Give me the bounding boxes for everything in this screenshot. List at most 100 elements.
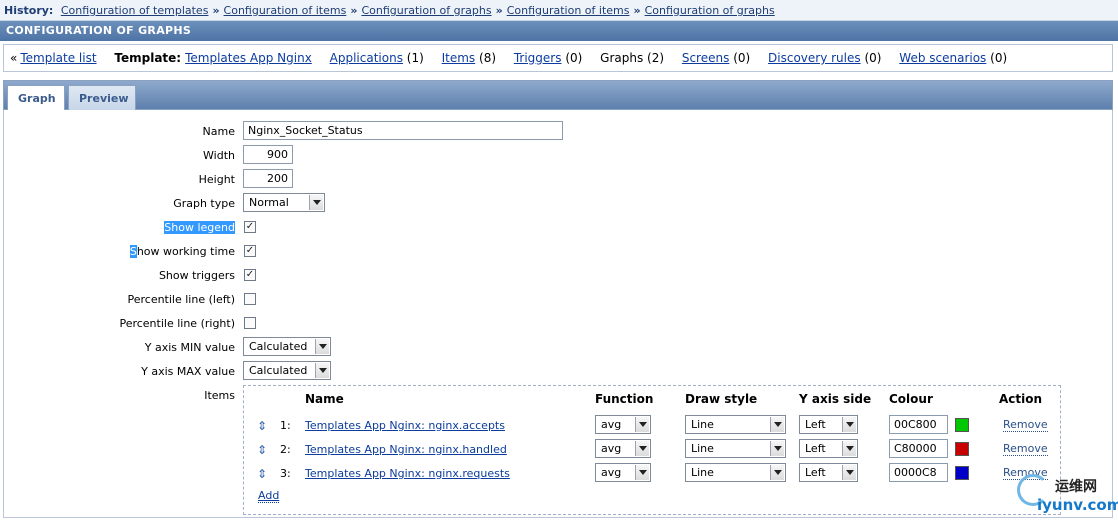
height-input[interactable] (243, 169, 293, 188)
graph-type-select[interactable]: Normal (243, 193, 325, 212)
watermark-text: 运维网 (1055, 479, 1097, 495)
ymax-label: Y axis MAX value (141, 365, 235, 378)
history-label: History: (4, 4, 54, 17)
y-axis-side-select[interactable]: Left (799, 415, 858, 434)
graphs-current: Graphs (2) (600, 51, 665, 65)
show-legend-checkbox[interactable]: ✓ (244, 221, 256, 233)
y-axis-side-select[interactable]: Left (799, 463, 858, 482)
percentile-left-checkbox[interactable] (244, 293, 256, 305)
chevron-down-icon (842, 441, 856, 456)
items-label: Items (204, 389, 235, 402)
colour-swatch[interactable] (955, 418, 969, 432)
ymin-value: Calculated (249, 340, 308, 353)
page-title: CONFIGURATION OF GRAPHS (0, 21, 1118, 41)
name-input[interactable] (243, 121, 563, 140)
screens-link[interactable]: Screens (682, 51, 730, 65)
history-crumb-5[interactable]: Configuration of graphs (645, 4, 775, 17)
history-crumb-4[interactable]: Configuration of items (507, 4, 630, 17)
ymax-value: Calculated (249, 364, 308, 377)
height-label: Height (198, 173, 235, 186)
drag-handle-icon[interactable]: ⇕ (257, 467, 267, 481)
applications-link[interactable]: Applications (330, 51, 403, 65)
function-select[interactable]: avg (595, 439, 651, 458)
history-crumb-2[interactable]: Configuration of items (224, 4, 347, 17)
percentile-right-checkbox[interactable] (244, 317, 256, 329)
chevron-down-icon (770, 417, 784, 432)
show-working-time-text: how working time (136, 245, 235, 258)
item-name-link[interactable]: Templates App Nginx: nginx.accepts (305, 419, 505, 432)
col-header-y-axis-side: Y axis side (799, 392, 872, 406)
show-working-time-checkbox[interactable]: ✓ (244, 245, 256, 257)
colour-swatch[interactable] (955, 442, 969, 456)
chevron-down-icon (309, 195, 323, 210)
history-crumb-3[interactable]: Configuration of graphs (361, 4, 491, 17)
template-name-link[interactable]: Templates App Nginx (185, 51, 312, 65)
table-row: ⇕ 3: Templates App Nginx: nginx.requests… (244, 463, 1060, 487)
item-name-link[interactable]: Templates App Nginx: nginx.requests (305, 467, 510, 480)
web-scenarios-link[interactable]: Web scenarios (899, 51, 986, 65)
y-axis-side-select[interactable]: Left (799, 439, 858, 458)
colour-input[interactable] (889, 439, 948, 458)
chevron-down-icon (635, 441, 649, 456)
show-triggers-checkbox[interactable]: ✓ (244, 269, 256, 281)
colour-input[interactable] (889, 463, 948, 482)
show-legend-label: Show legend (164, 221, 235, 234)
draw-style-value: Line (691, 418, 714, 431)
template-nav: «Template list Template: Templates App Ng… (3, 44, 1113, 72)
history-crumb-1[interactable]: Configuration of templates (61, 4, 209, 17)
chevron-down-icon (842, 417, 856, 432)
chevron-down-icon (635, 465, 649, 480)
tab-bar: Graph Preview (3, 80, 1113, 111)
tab-graph[interactable]: Graph (7, 85, 65, 111)
draw-style-select[interactable]: Line (685, 463, 786, 482)
function-select[interactable]: avg (595, 463, 651, 482)
function-select[interactable]: avg (595, 415, 651, 434)
draw-style-value: Line (691, 442, 714, 455)
ymax-select[interactable]: Calculated (243, 361, 331, 380)
row-index: 2: (280, 443, 291, 456)
draw-style-select[interactable]: Line (685, 439, 786, 458)
width-label: Width (203, 149, 235, 162)
show-working-time-text-selected: S (129, 245, 137, 258)
applications-count: (1) (406, 51, 424, 65)
history-separator: » (495, 4, 503, 17)
template-list-link[interactable]: Template list (20, 51, 96, 65)
drag-handle-icon[interactable]: ⇕ (257, 443, 267, 457)
back-marker: « (10, 51, 18, 65)
draw-style-select[interactable]: Line (685, 415, 786, 434)
chevron-down-icon (315, 363, 329, 378)
graph-type-label: Graph type (173, 197, 235, 210)
item-name-link[interactable]: Templates App Nginx: nginx.handled (305, 443, 507, 456)
col-header-action: Action (999, 392, 1043, 406)
remove-button[interactable]: Remove (1003, 418, 1048, 432)
remove-button[interactable]: Remove (1003, 442, 1048, 456)
y-axis-side-value: Left (805, 466, 826, 479)
show-legend-text: Show legend (164, 221, 235, 234)
add-item-button[interactable]: Add (258, 489, 280, 503)
tab-preview[interactable]: Preview (68, 85, 136, 111)
graph-items-table: Name Function Draw style Y axis side Col… (243, 385, 1061, 515)
width-input[interactable] (243, 145, 293, 164)
items-count: (8) (479, 51, 497, 65)
history-separator: » (633, 4, 641, 17)
discovery-rules-link[interactable]: Discovery rules (768, 51, 861, 65)
triggers-count: (0) (565, 51, 583, 65)
percentile-left-label: Percentile line (left) (127, 293, 235, 306)
chevron-down-icon (842, 465, 856, 480)
colour-input[interactable] (889, 415, 948, 434)
items-link[interactable]: Items (442, 51, 476, 65)
chevron-down-icon (635, 417, 649, 432)
screens-count: (0) (733, 51, 751, 65)
template-label: Template: (114, 51, 182, 65)
web-count: (0) (990, 51, 1008, 65)
drag-handle-icon[interactable]: ⇕ (257, 419, 267, 433)
show-working-time-label: Show working time (129, 245, 235, 258)
chevron-down-icon (770, 465, 784, 480)
chevron-down-icon (770, 441, 784, 456)
ymin-select[interactable]: Calculated (243, 337, 331, 356)
draw-style-value: Line (691, 466, 714, 479)
triggers-link[interactable]: Triggers (514, 51, 562, 65)
colour-swatch[interactable] (955, 466, 969, 480)
history-separator: » (212, 4, 220, 17)
col-header-colour: Colour (889, 392, 933, 406)
